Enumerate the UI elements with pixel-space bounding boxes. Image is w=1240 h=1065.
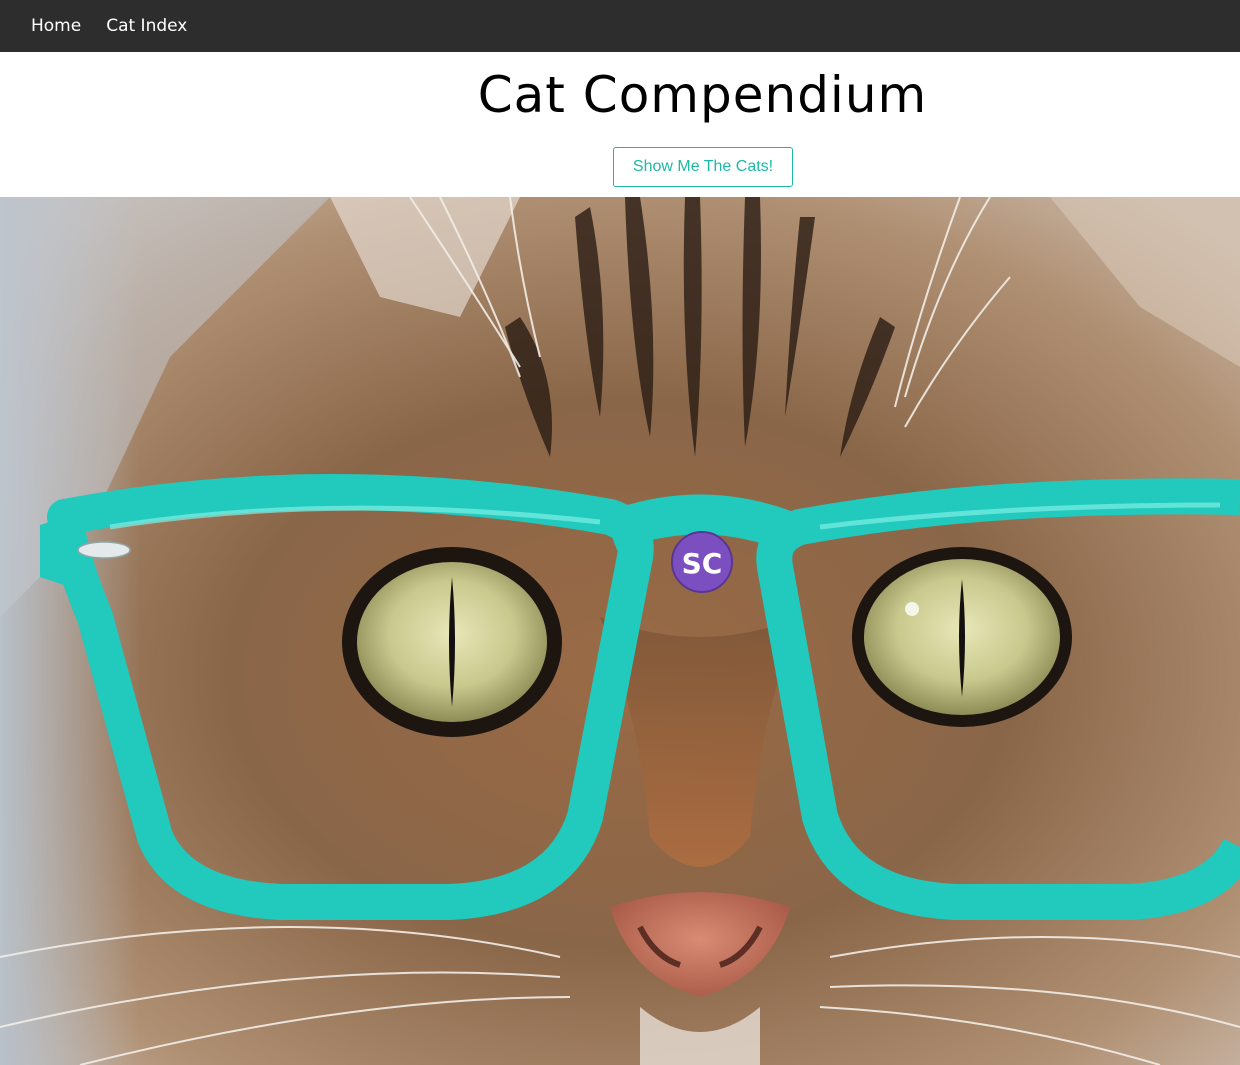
hero-cat-image: SC: [0, 197, 1240, 1065]
top-navbar: Home Cat Index: [0, 0, 1240, 52]
badge-text: SC: [682, 547, 723, 580]
page-title: Cat Compendium: [477, 66, 928, 124]
nav-link-home[interactable]: Home: [31, 0, 81, 52]
sc-badge-logo: SC: [671, 531, 733, 593]
cat-with-glasses-illustration: SC: [0, 197, 1240, 1065]
nav-link-cat-index[interactable]: Cat Index: [106, 0, 187, 52]
page-header: Cat Compendium Show Me The Cats!: [0, 52, 1240, 197]
show-cats-button[interactable]: Show Me The Cats!: [613, 147, 793, 187]
